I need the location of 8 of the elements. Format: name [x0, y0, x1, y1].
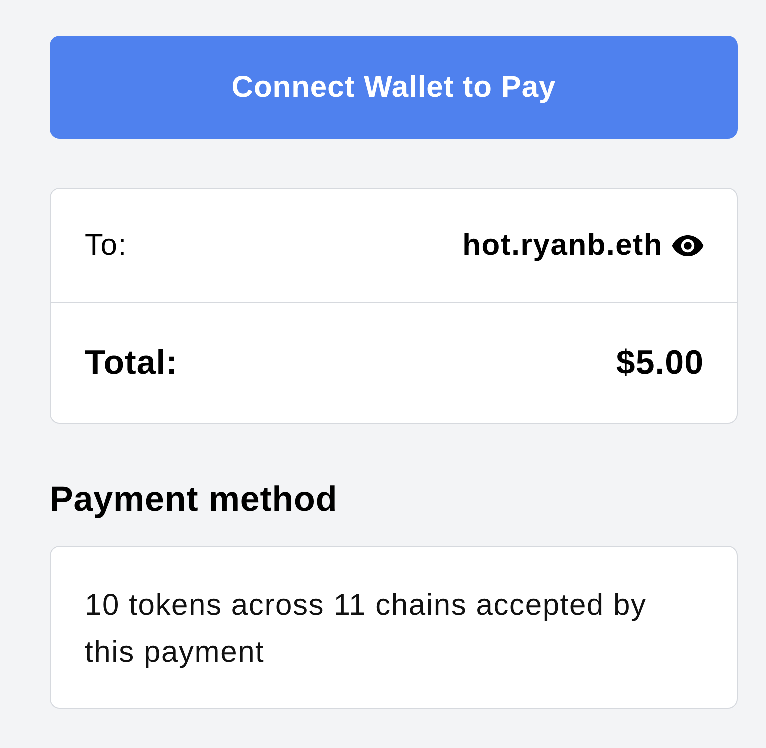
- payment-method-description: 10 tokens across 11 chains accepted by this payment: [85, 588, 648, 671]
- section-heading: Payment method: [50, 480, 339, 520]
- recipient-address: hot.ryanb.eth: [462, 228, 663, 262]
- recipient-label: To:: [85, 228, 128, 262]
- total-label: Total:: [85, 344, 178, 382]
- total-amount: $5.00: [616, 344, 704, 382]
- eye-icon[interactable]: [672, 234, 704, 256]
- connect-wallet-button[interactable]: Connect Wallet to Pay: [50, 36, 738, 139]
